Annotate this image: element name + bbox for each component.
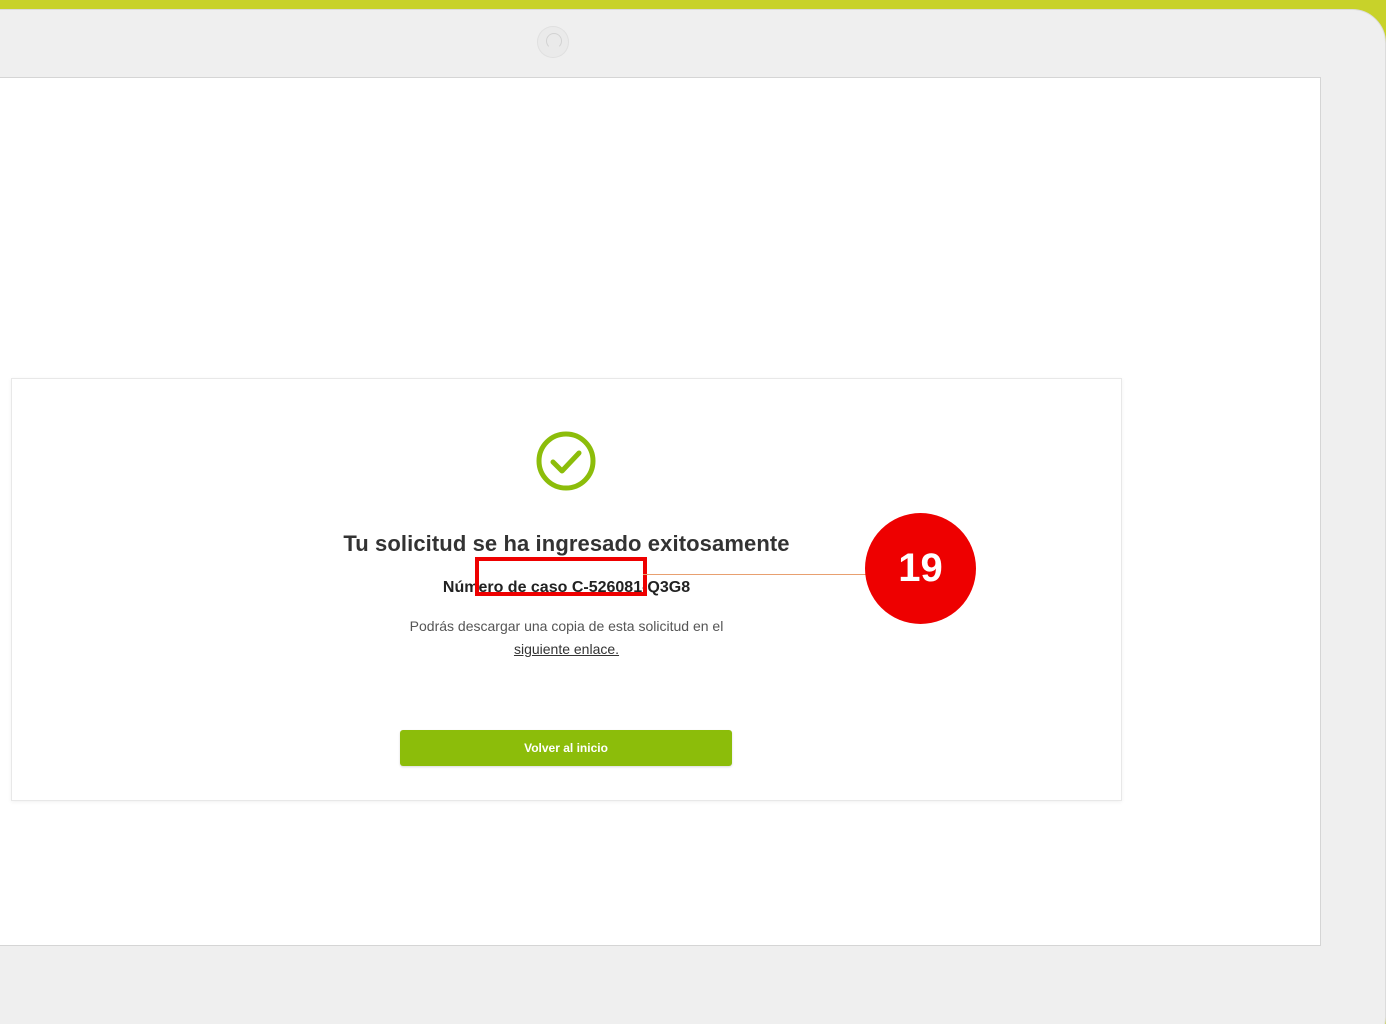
step-badge: 19	[865, 513, 976, 624]
tutorial-screenshot: Tu solicitud se ha ingresado exitosament…	[0, 0, 1386, 1024]
check-circle-icon	[536, 431, 596, 491]
camera-icon	[537, 26, 569, 58]
download-link[interactable]: siguiente enlace.	[12, 641, 1121, 657]
app-screen: Tu solicitud se ha ingresado exitosament…	[0, 77, 1321, 946]
download-instructions: Podrás descargar una copia de esta solic…	[409, 618, 724, 634]
back-to-home-button[interactable]: Volver al inicio	[400, 730, 732, 766]
callout-line	[643, 574, 869, 575]
highlight-box	[475, 557, 647, 596]
